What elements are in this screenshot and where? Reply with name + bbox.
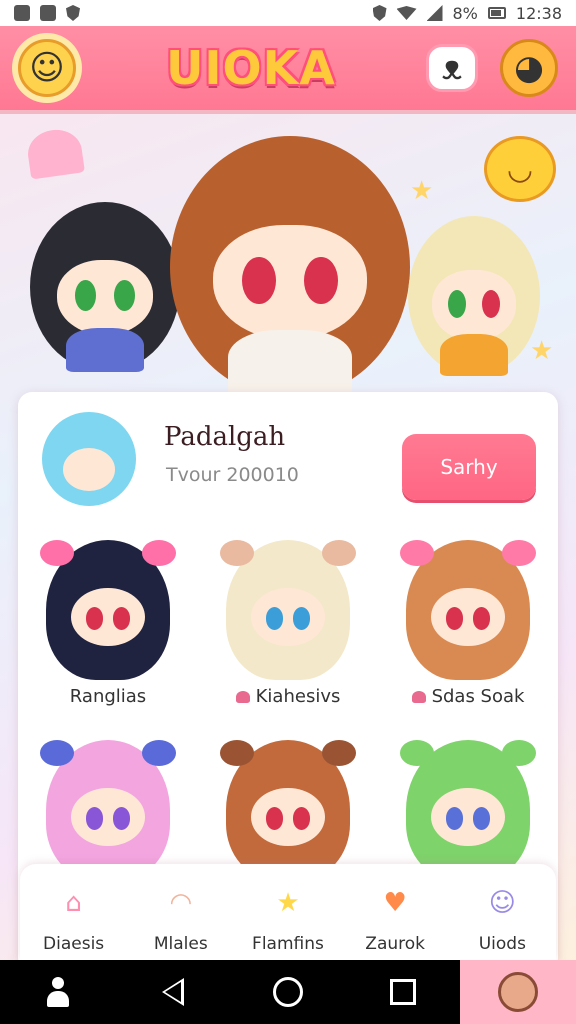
moon-face-icon[interactable]: ◕: [499, 39, 558, 97]
blob-icon: ☺: [488, 888, 516, 918]
bread-icon: ◠: [169, 888, 193, 918]
character-label: Sdas Soak: [378, 686, 558, 707]
notification-image-icon: [14, 5, 30, 21]
sun-mascot-icon: ◡: [484, 136, 556, 202]
character-tile[interactable]: Kiahesivs: [198, 532, 378, 732]
character-name: Kiahesivs: [255, 686, 341, 707]
system-nav-bar: [0, 960, 576, 1024]
status-bar: 8% 12:38: [0, 0, 576, 26]
primary-action-button[interactable]: Sarhy: [402, 434, 536, 500]
heart-icon: [235, 690, 250, 703]
sun-face-icon[interactable]: ☺: [18, 39, 76, 97]
tab-label: Uiods: [478, 934, 526, 954]
notification-app-icon: [40, 5, 56, 21]
app-logo: UIOKA: [166, 41, 336, 95]
battery-percent: 8%: [452, 3, 478, 23]
tab-item[interactable]: ⌂ Diaesis: [24, 880, 124, 954]
person-icon: [45, 977, 71, 1007]
recents-square-icon: [389, 979, 416, 1005]
star-icon: ★: [530, 336, 554, 366]
character-name: Ranglias: [69, 686, 147, 707]
character-portrait: [220, 540, 356, 680]
app-header: ☺ UIOKA ᴥ ◕: [0, 26, 576, 114]
tab-item[interactable]: ◠ Mlales: [131, 880, 231, 954]
house-icon: ⌂: [65, 888, 82, 918]
avatar[interactable]: [42, 412, 136, 506]
tab-item[interactable]: ☺ Uiods: [452, 880, 552, 954]
battery-icon: [487, 7, 506, 19]
home-circle-icon: [272, 977, 303, 1007]
tab-label: Diaesis: [43, 934, 105, 954]
nav-recents-button[interactable]: [345, 960, 460, 1024]
chibi-blonde-hair: [408, 216, 540, 376]
character-tile[interactable]: Sdas Soak: [378, 532, 558, 732]
tab-item[interactable]: ★ Flamfins: [238, 880, 338, 954]
tab-item[interactable]: ♥ Zaurok: [345, 880, 445, 954]
back-icon: [161, 978, 184, 1006]
sparkle-icon: ★: [410, 176, 434, 206]
tab-label: Flamfins: [252, 934, 324, 954]
status-right: 8% 12:38: [372, 3, 562, 23]
chibi-black-hair: [30, 202, 180, 372]
nav-profile-button[interactable]: [0, 960, 115, 1024]
status-left: [14, 5, 80, 21]
heart-icon: [411, 690, 426, 703]
star-icon: ★: [276, 888, 300, 918]
character-portrait: [400, 540, 536, 680]
profile-subtitle: Tvour 200010: [166, 464, 299, 486]
bottom-tab-bar: ⌂ Diaesis ◠ Mlales ★ Flamfins ♥ Zaurok ☺ Uiods: [20, 864, 556, 960]
character-portrait: [220, 740, 356, 880]
heart-icon: ♥: [383, 888, 407, 918]
character-tile[interactable]: Ranglias: [18, 532, 198, 732]
wifi-icon: [396, 6, 417, 20]
chibi-brown-hair: [170, 136, 410, 398]
nav-home-button[interactable]: [230, 960, 345, 1024]
profile-name: Padalgah: [164, 422, 286, 452]
character-label: Kiahesivs: [198, 686, 378, 707]
character-portrait: [40, 540, 176, 680]
profile-row: Padalgah Tvour 200010 Sarhy: [18, 392, 558, 522]
nav-back-button[interactable]: [115, 960, 230, 1024]
vibrate-icon: [372, 5, 387, 21]
notification-shield-icon: [66, 5, 80, 21]
heart-decoration-icon: [25, 126, 85, 180]
tab-label: Mlales: [153, 934, 208, 954]
character-portrait: [400, 740, 536, 880]
tab-label: Zaurok: [365, 934, 425, 954]
character-portrait: [40, 740, 176, 880]
hero-banner: ◡ ★ ★: [0, 118, 576, 398]
header-actions: ᴥ ◕: [425, 39, 558, 97]
signal-icon: [426, 5, 443, 21]
nav-mascot-button[interactable]: [460, 960, 576, 1024]
cat-face-icon[interactable]: ᴥ: [425, 44, 478, 92]
character-label: Ranglias: [18, 686, 198, 707]
mascot-face-icon: [498, 972, 538, 1012]
character-name: Sdas Soak: [431, 686, 525, 707]
clock: 12:38: [515, 3, 562, 23]
